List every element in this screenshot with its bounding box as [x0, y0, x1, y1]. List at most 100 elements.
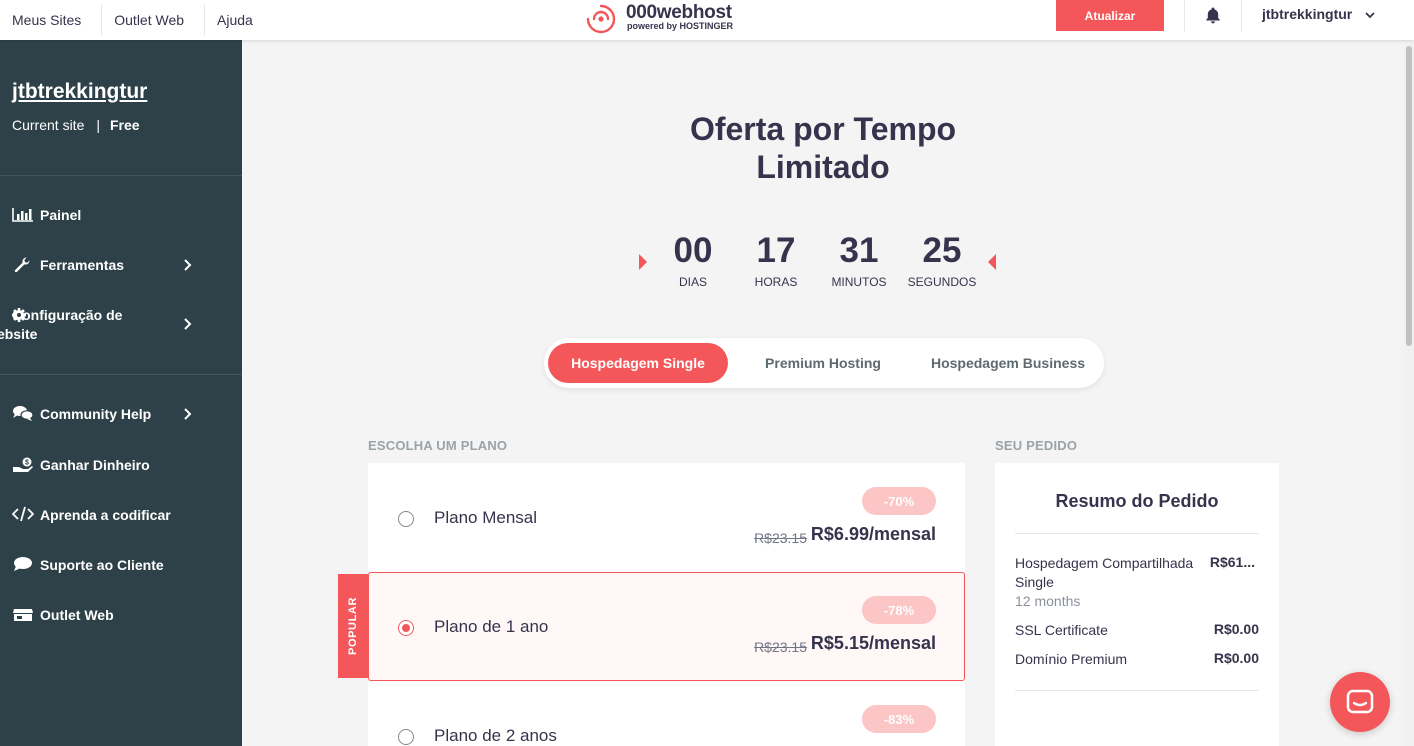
money-icon: $: [13, 457, 33, 472]
logo-tagline: powered by HOSTINGER: [627, 21, 734, 31]
summary-item-period: 12 months: [1015, 593, 1081, 609]
nav-meus-sites[interactable]: Meus Sites: [0, 4, 103, 36]
countdown-label: HORAS: [754, 275, 798, 289]
discount-badge: -70%: [862, 487, 936, 515]
nav-outlet-web[interactable]: Outlet Web: [102, 4, 206, 36]
bar-chart-icon: [12, 208, 33, 222]
summary-title: Resumo do Pedido: [1055, 491, 1219, 511]
chat-icon: [1346, 689, 1374, 714]
plan-radio[interactable]: [398, 511, 414, 527]
plan-card-mensal[interactable]: Plano Mensal -70% R$23.15 R$6.99/mensal: [368, 463, 965, 572]
sidebar-item-aprenda[interactable]: Aprenda a codificar: [12, 506, 232, 525]
summary-row-ssl: SSL Certificate R$0.00: [1015, 621, 1259, 641]
gear-icon: [12, 308, 26, 322]
sidebar-item-label: Ferramentas: [40, 257, 125, 273]
store-icon: [13, 609, 33, 621]
countdown-label: DIAS: [678, 275, 707, 289]
countdown-value: 25: [922, 231, 962, 270]
tab-hospedagem-business[interactable]: Hospedagem Business: [918, 343, 1098, 383]
countdown-hours: 17 HORAS: [736, 230, 816, 289]
sidebar-item-label: Aprenda a codificar: [40, 507, 171, 523]
code-icon: [12, 506, 34, 522]
old-price: R$23.15: [754, 639, 807, 655]
summary-row-hosting: Hospedagem Compartilhada Single 12 month…: [1015, 554, 1259, 614]
current-site-label: Current site: [12, 117, 85, 133]
discount-badge: -78%: [862, 596, 936, 624]
discount-badge: -83%: [862, 705, 936, 733]
countdown-label: SEGUNDOS: [907, 275, 977, 289]
plan-price: R$5.15/mensal: [810, 633, 936, 653]
divider: [1015, 690, 1259, 691]
top-bar: Meus Sites Outlet Web Ajuda 000webhost p…: [0, 0, 1414, 40]
popular-ribbon: POPULAR: [338, 574, 368, 678]
wrench-icon: [14, 257, 30, 272]
countdown-value: 31: [839, 231, 879, 270]
upgrade-button[interactable]: Atualizar: [1056, 0, 1164, 31]
countdown-minutes: 31 MINUTOS: [819, 230, 899, 289]
arrow-left-icon: [988, 254, 996, 270]
sidebar-item-label: Community Help: [40, 406, 152, 422]
divider: [0, 374, 242, 375]
countdown-days: 00 DIAS: [653, 230, 733, 289]
plan-name: Plano Mensal: [434, 508, 538, 527]
sidebar-item-ferramentas[interactable]: Ferramentas: [12, 256, 232, 275]
main-content: Oferta por Tempo Limitado 00 DIAS 17 HOR…: [242, 40, 1404, 746]
chevron-down-icon[interactable]: [1364, 9, 1376, 21]
divider: [0, 175, 242, 176]
summary-item-label: SSL Certificate: [1015, 622, 1108, 638]
countdown-value: 00: [673, 231, 713, 270]
tab-hospedagem-single[interactable]: Hospedagem Single: [548, 343, 728, 383]
logo-swirl-icon: [586, 4, 616, 34]
plan-radio[interactable]: [398, 729, 414, 745]
plan-name: Plano de 1 ano: [434, 617, 549, 636]
bell-icon[interactable]: [1204, 6, 1222, 24]
summary-item-price: R$0.00: [1213, 650, 1259, 666]
site-meta: Current site | Free: [12, 117, 140, 133]
top-nav: Meus Sites Outlet Web Ajuda: [0, 0, 273, 40]
summary-item-label: Domínio Premium: [1015, 651, 1128, 667]
chat-bubbles-icon: [13, 406, 34, 421]
sidebar-item-configuracao[interactable]: Configuração de Website: [0, 306, 232, 344]
page-scrollbar[interactable]: [1404, 40, 1414, 746]
plan-card-2-anos[interactable]: Plano de 2 anos -83%: [368, 681, 965, 746]
sidebar: jtbtrekkingtur Current site | Free Painel …: [0, 40, 242, 746]
countdown-label: MINUTOS: [831, 275, 887, 289]
summary-item-price: R$61...: [1209, 554, 1255, 570]
chat-launcher-button[interactable]: [1330, 672, 1390, 732]
discount-text: -70%: [883, 493, 915, 509]
user-menu[interactable]: jtbtrekkingtur: [1262, 6, 1352, 22]
sidebar-item-label: Painel: [40, 207, 82, 223]
summary-item-price: R$0.00: [1213, 621, 1259, 637]
sidebar-item-community-help[interactable]: Community Help: [12, 405, 232, 424]
arrow-right-icon: [639, 254, 647, 270]
chevron-right-icon: [184, 408, 192, 420]
svg-text:$: $: [25, 460, 29, 467]
summary-item-label: Hospedagem Compartilhada Single: [1015, 555, 1194, 590]
sidebar-item-outlet-web[interactable]: Outlet Web: [12, 606, 232, 625]
brand-logo[interactable]: 000webhost powered by HOSTINGER: [584, 2, 744, 36]
sidebar-item-ganhar-dinheiro[interactable]: $ Ganhar Dinheiro: [12, 456, 232, 475]
tab-premium-hosting[interactable]: Premium Hosting: [738, 343, 908, 383]
page-title: Oferta por Tempo Limitado: [242, 110, 1404, 186]
sidebar-item-suporte[interactable]: Suporte ao Cliente: [12, 556, 232, 575]
plan-card-1-ano[interactable]: Plano de 1 ano -78% R$23.15 R$5.15/mensa…: [368, 572, 965, 681]
countdown-timer: 00 DIAS 17 HORAS 31 MINUTOS 25 SEGUNDOS: [638, 230, 998, 290]
order-summary: Resumo do Pedido Hospedagem Compartilhad…: [995, 463, 1279, 746]
plan-badge: Free: [110, 117, 140, 133]
sidebar-item-label: Suporte ao Cliente: [40, 557, 164, 573]
old-price: R$23.15: [754, 530, 807, 546]
chevron-right-icon: [184, 318, 192, 330]
divider: [1015, 533, 1259, 534]
plan-name: Plano de 2 anos: [434, 726, 557, 745]
sidebar-item-painel[interactable]: Painel: [12, 206, 232, 225]
nav-ajuda[interactable]: Ajuda: [205, 4, 273, 36]
choose-plan-heading: ESCOLHA UM PLANO: [368, 438, 508, 453]
divider: [1241, 0, 1242, 32]
discount-text: -78%: [883, 602, 915, 618]
divider: [1184, 0, 1185, 32]
scrollbar-thumb[interactable]: [1406, 46, 1412, 346]
site-name-link[interactable]: jtbtrekkingtur: [12, 80, 147, 104]
sidebar-item-label: Outlet Web: [40, 607, 114, 623]
summary-row-domain: Domínio Premium R$0.00: [1015, 650, 1259, 670]
plan-radio[interactable]: [398, 620, 414, 636]
